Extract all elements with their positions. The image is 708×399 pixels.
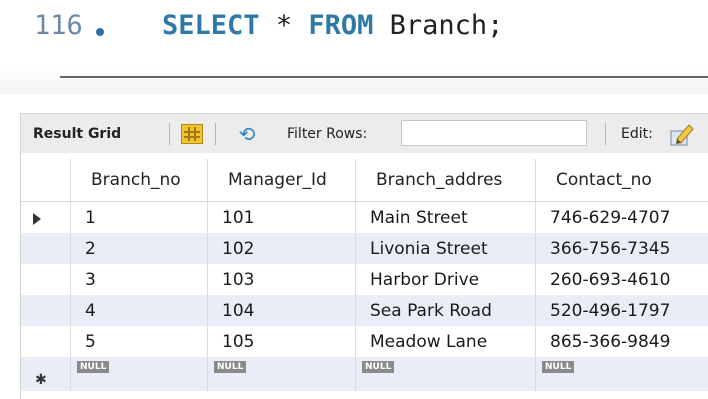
- table-row[interactable]: 5 105 Meadow Lane 865-366-9849: [21, 326, 708, 357]
- column-header-manager-id[interactable]: Manager_Id: [208, 159, 356, 201]
- cell-branch-no[interactable]: 2: [71, 233, 208, 264]
- cell-branch-address[interactable]: NULL: [356, 357, 536, 391]
- table-row[interactable]: 2 102 Livonia Street 366-756-7345: [21, 233, 708, 264]
- row-selector[interactable]: [21, 295, 71, 326]
- cell-branch-no[interactable]: 1: [71, 202, 208, 233]
- keyword-select-part1: SEL: [162, 10, 211, 41]
- statement-marker-icon: [96, 28, 104, 36]
- grid-header: Branch_no Manager_Id Branch_addres Conta…: [21, 159, 708, 202]
- refresh-icon[interactable]: ⟲: [235, 122, 259, 146]
- cell-manager-id[interactable]: 101: [208, 202, 356, 233]
- result-grid-button[interactable]: Result Grid: [33, 114, 121, 154]
- cell-contact-no[interactable]: 865-366-9849: [536, 326, 708, 357]
- null-badge: NULL: [77, 361, 110, 373]
- cell-branch-address[interactable]: Harbor Drive: [356, 264, 536, 295]
- cell-contact-no[interactable]: 746-629-4707: [536, 202, 708, 233]
- panel-splitter[interactable]: [60, 76, 708, 78]
- cell-contact-no[interactable]: 260-693-4610: [536, 264, 708, 295]
- toolbar-separator: [169, 123, 170, 145]
- row-selector[interactable]: ✱: [21, 357, 71, 391]
- cell-branch-no[interactable]: 5: [71, 326, 208, 357]
- keyword-from-part2: OM: [340, 10, 374, 41]
- row-selector[interactable]: [21, 326, 71, 357]
- cell-manager-id[interactable]: 102: [208, 233, 356, 264]
- table-name: Branch;: [373, 10, 504, 41]
- new-row[interactable]: ✱ NULL NULL NULL NULL: [21, 357, 708, 391]
- keyword-from-part1: FR: [308, 10, 341, 41]
- cell-branch-address[interactable]: Livonia Street: [356, 233, 536, 264]
- keyword-select-part2: ECT: [210, 10, 260, 41]
- cell-manager-id[interactable]: NULL: [208, 357, 356, 391]
- filter-rows-label: Filter Rows:: [287, 126, 368, 142]
- edit-pencil-icon[interactable]: [669, 121, 695, 147]
- table-row[interactable]: 4 104 Sea Park Road 520-496-1797: [21, 295, 708, 326]
- null-badge: NULL: [214, 361, 247, 373]
- sql-editor[interactable]: 116 SELECT * FROM Branch;: [0, 0, 708, 94]
- cell-branch-address[interactable]: Meadow Lane: [356, 326, 536, 357]
- editor-fade: [0, 62, 708, 94]
- result-grid[interactable]: Branch_no Manager_Id Branch_addres Conta…: [20, 153, 708, 399]
- current-row-arrow-icon: [33, 213, 41, 225]
- cell-branch-address[interactable]: Sea Park Road: [356, 295, 536, 326]
- table-row[interactable]: 3 103 Harbor Drive 260-693-4610: [21, 264, 708, 295]
- row-header-corner: [21, 159, 71, 201]
- column-header-contact-no[interactable]: Contact_no: [536, 159, 708, 201]
- cell-manager-id[interactable]: 105: [208, 326, 356, 357]
- filter-rows-input[interactable]: [401, 120, 587, 146]
- cell-branch-no[interactable]: NULL: [71, 357, 208, 391]
- cell-branch-no[interactable]: 4: [71, 295, 208, 326]
- cell-branch-address[interactable]: Main Street: [356, 202, 536, 233]
- cell-contact-no[interactable]: 520-496-1797: [536, 295, 708, 326]
- cell-branch-no[interactable]: 3: [71, 264, 208, 295]
- table-row[interactable]: 1 101 Main Street 746-629-4707: [21, 202, 708, 233]
- column-header-branch-no[interactable]: Branch_no: [71, 159, 208, 201]
- null-badge: NULL: [542, 361, 575, 373]
- row-selector[interactable]: [21, 233, 71, 264]
- row-selector[interactable]: [21, 264, 71, 295]
- row-selector[interactable]: [21, 202, 71, 233]
- grid-view-icon[interactable]: [181, 124, 203, 144]
- null-badge: NULL: [362, 361, 395, 373]
- cell-contact-no[interactable]: 366-756-7345: [536, 233, 708, 264]
- cell-manager-id[interactable]: 104: [208, 295, 356, 326]
- toolbar-separator: [215, 123, 216, 145]
- new-row-asterisk-icon: ✱: [35, 372, 47, 388]
- line-number: 116: [34, 10, 83, 41]
- cell-contact-no[interactable]: NULL: [536, 357, 708, 391]
- select-star: *: [259, 10, 309, 41]
- sql-statement[interactable]: SELECT * FROM Branch;: [162, 10, 503, 41]
- edit-label: Edit:: [621, 126, 653, 142]
- column-header-branch-address[interactable]: Branch_addres: [356, 159, 536, 201]
- result-toolbar: Result Grid ⟲ Filter Rows: Edit:: [20, 113, 708, 154]
- cell-manager-id[interactable]: 103: [208, 264, 356, 295]
- toolbar-separator: [605, 123, 606, 145]
